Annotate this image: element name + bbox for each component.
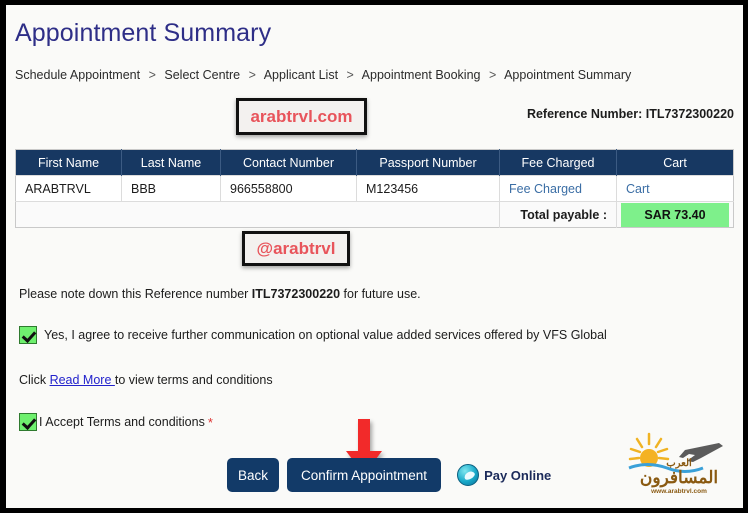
pay-online-icon xyxy=(457,464,480,486)
total-spacer xyxy=(15,201,500,228)
column-header-passport-number: Passport Number xyxy=(356,149,500,176)
breadcrumb-item-appointment-booking[interactable]: Appointment Booking xyxy=(362,68,481,82)
watermark-arabtrvl-handle: @arabtrvl xyxy=(242,231,350,266)
appointment-summary-page: Appointment Summary Schedule Appointment… xyxy=(6,5,743,508)
brand-logo: العرب المسافرون www.arabtrvl.com xyxy=(623,428,735,498)
column-header-last-name: Last Name xyxy=(121,149,221,176)
back-button[interactable]: Back xyxy=(227,458,279,492)
appointment-summary-table: First Name Last Name Contact Number Pass… xyxy=(15,149,734,228)
cell-last-name: BBB xyxy=(121,175,221,202)
brand-arabic-main: المسافرون xyxy=(639,468,719,487)
total-payable-amount-cell: SAR 73.40 xyxy=(616,201,734,228)
breadcrumb-item-schedule-appointment[interactable]: Schedule Appointment xyxy=(15,68,140,82)
screenshot-root: Appointment Summary Schedule Appointment… xyxy=(0,0,748,513)
column-header-fee-charged: Fee Charged xyxy=(499,149,617,176)
cart-link[interactable]: Cart xyxy=(616,175,734,202)
accept-terms-row[interactable]: I Accept Terms and conditions * xyxy=(19,413,213,431)
read-more-link[interactable]: Read More xyxy=(50,373,115,387)
terms-suffix: to view terms and conditions xyxy=(114,373,273,387)
page-title: Appointment Summary xyxy=(15,19,272,47)
cell-contact-number: 966558800 xyxy=(220,175,357,202)
reference-number: Reference Number: ITL7372300220 xyxy=(526,107,734,121)
terms-line: Click Read More to view terms and condit… xyxy=(19,373,273,387)
brand-url: www.arabtrvl.com xyxy=(651,488,707,495)
total-payable-label: Total payable : xyxy=(499,201,617,228)
pay-online-label: Pay Online xyxy=(484,467,552,483)
breadcrumb: Schedule Appointment > Select Centre > A… xyxy=(15,68,631,82)
accept-terms-label: I Accept Terms and conditions xyxy=(39,415,205,429)
total-payable-amount: SAR 73.40 xyxy=(621,202,729,227)
checkbox-accept-terms[interactable] xyxy=(19,413,37,431)
breadcrumb-separator: > xyxy=(148,68,156,82)
confirm-appointment-button[interactable]: Confirm Appointment xyxy=(287,458,442,492)
note-suffix: for future use. xyxy=(340,287,421,301)
note-reference-number: ITL7372300220 xyxy=(251,287,341,301)
watermark-arabtrvl-com: arabtrvl.com xyxy=(236,98,367,135)
column-header-contact-number: Contact Number xyxy=(220,149,357,176)
breadcrumb-separator: > xyxy=(248,68,256,82)
column-header-first-name: First Name xyxy=(15,149,122,176)
optin-communication-label: Yes, I agree to receive further communic… xyxy=(44,328,607,342)
table-total-row: Total payable : SAR 73.40 xyxy=(15,201,734,228)
breadcrumb-item-applicant-list[interactable]: Applicant List xyxy=(264,68,338,82)
breadcrumb-separator: > xyxy=(488,68,497,82)
note-prefix: Please note down this Reference number xyxy=(19,287,252,301)
table-row: ARABTRVL BBB 966558800 M123456 Fee Charg… xyxy=(15,175,734,202)
cell-first-name: ARABTRVL xyxy=(15,175,122,202)
optin-communication-row[interactable]: Yes, I agree to receive further communic… xyxy=(19,326,607,344)
column-header-cart: Cart xyxy=(616,149,734,176)
breadcrumb-separator: > xyxy=(346,68,354,82)
action-button-bar: Back Confirm Appointment Pay Online xyxy=(227,458,551,492)
cell-passport-number: M123456 xyxy=(356,175,500,202)
required-asterisk: * xyxy=(207,414,213,430)
pay-online-control[interactable]: Pay Online xyxy=(457,464,551,486)
fee-charged-link[interactable]: Fee Charged xyxy=(499,175,617,202)
table-header-row: First Name Last Name Contact Number Pass… xyxy=(15,149,734,176)
breadcrumb-item-select-centre[interactable]: Select Centre xyxy=(164,68,240,82)
reference-note: Please note down this Reference number I… xyxy=(19,287,421,301)
breadcrumb-item-appointment-summary[interactable]: Appointment Summary xyxy=(504,68,631,82)
checkbox-optin-communication[interactable] xyxy=(19,326,37,344)
terms-prefix: Click xyxy=(19,373,50,387)
